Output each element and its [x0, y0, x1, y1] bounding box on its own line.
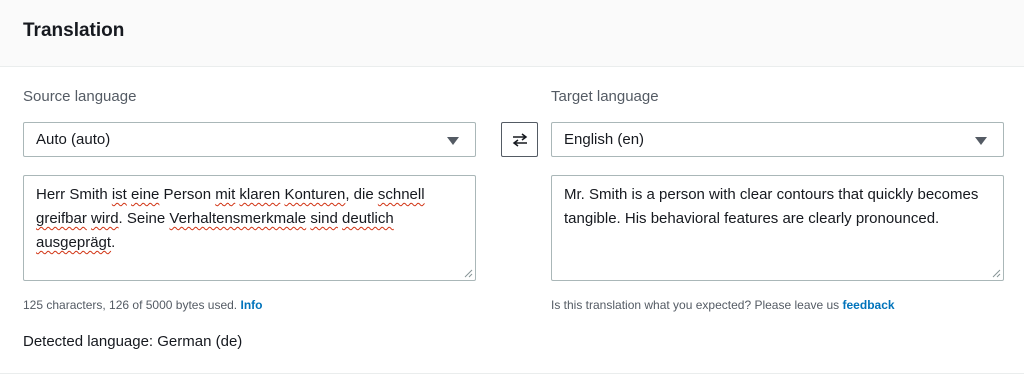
swap-arrows-icon: [512, 132, 527, 147]
spelling-flagged-word: deutlich: [342, 210, 394, 227]
spelling-flagged-word: ausgeprägt: [36, 234, 112, 251]
source-helper: 125 characters, 126 of 5000 bytes used. …: [23, 298, 263, 312]
translated-text: Mr. Smith is a person with clear contour…: [564, 186, 979, 227]
target-text-output[interactable]: Mr. Smith is a person with clear contour…: [551, 175, 1004, 281]
text-segment: , die: [345, 186, 378, 203]
feedback-link[interactable]: feedback: [843, 298, 895, 312]
spelling-flagged-word: mit: [215, 186, 236, 203]
spelling-flagged-word: eine: [131, 186, 160, 203]
resize-handle-icon[interactable]: [463, 268, 473, 278]
target-language-select[interactable]: English (en): [551, 122, 1004, 157]
text-segment: Person: [159, 186, 216, 203]
caret-down-icon: [447, 137, 459, 145]
resize-handle-icon[interactable]: [991, 268, 1001, 278]
translation-panel: Translation Source language Auto (auto) …: [0, 0, 1024, 374]
caret-down-icon: [975, 137, 987, 145]
text-segment: Herr Smith: [36, 186, 112, 203]
swap-languages-button[interactable]: [501, 122, 538, 157]
panel-title: Translation: [23, 20, 125, 41]
target-language-value: English (en): [564, 131, 645, 148]
spelling-flagged-word: sind: [310, 210, 338, 227]
feedback-prompt: Is this translation what you expected? P…: [551, 298, 840, 312]
target-language-label: Target language: [551, 88, 659, 105]
spelling-flagged-word: greifbar: [36, 210, 87, 227]
text-segment: . Seine: [118, 210, 170, 227]
panel-header: Translation: [0, 0, 1024, 67]
source-text-input[interactable]: Herr Smith ist eine Person mit klaren Ko…: [23, 175, 476, 281]
spelling-flagged-word: klaren: [239, 186, 281, 203]
spelling-flagged-word: ist: [111, 186, 127, 203]
source-text: Herr Smith ist eine Person mit klaren Ko…: [36, 186, 425, 251]
target-helper: Is this translation what you expected? P…: [551, 298, 895, 312]
text-segment: .: [111, 234, 116, 251]
spelling-flagged-word: Konturen: [284, 186, 346, 203]
source-byte-count: 125 characters, 126 of 5000 bytes used.: [23, 298, 238, 312]
spelling-flagged-word: wird: [91, 210, 119, 227]
source-language-select[interactable]: Auto (auto): [23, 122, 476, 157]
spelling-flagged-word: Verhaltensmerkmale: [169, 210, 307, 227]
source-language-value: Auto (auto): [36, 131, 111, 148]
spelling-flagged-word: schnell: [377, 186, 425, 203]
detected-language: Detected language: German (de): [23, 333, 243, 350]
source-language-label: Source language: [23, 88, 137, 105]
info-link[interactable]: Info: [241, 298, 263, 312]
